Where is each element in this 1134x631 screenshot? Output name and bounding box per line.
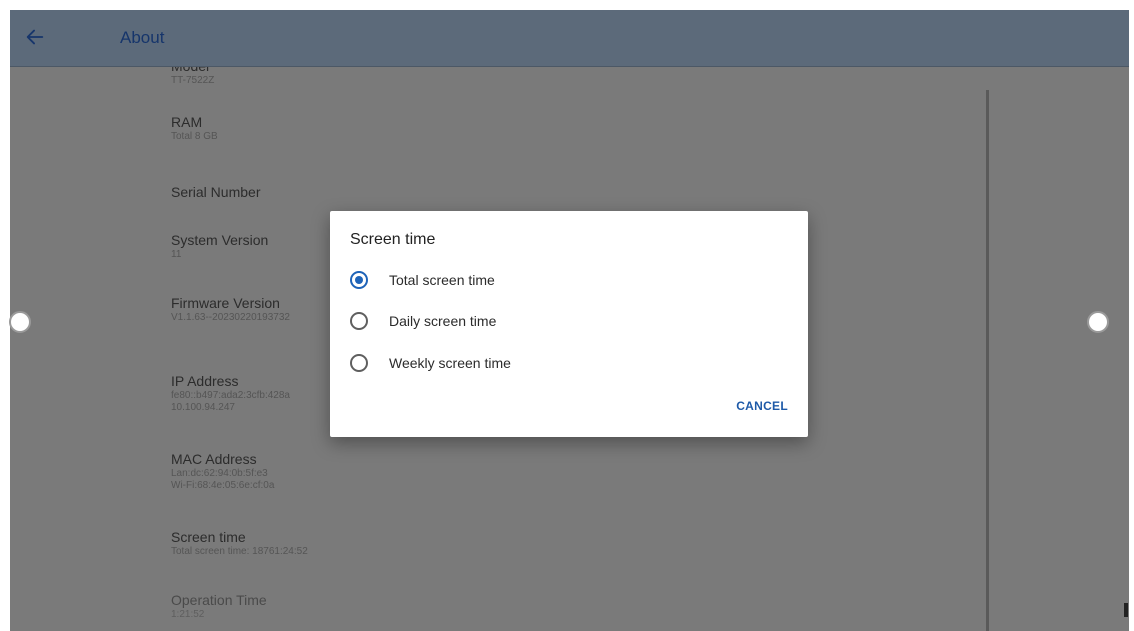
info-item-ram[interactable]: RAM Total 8 GB xyxy=(171,114,218,143)
info-item-screen-time[interactable]: Screen time Total screen time: 18761:24:… xyxy=(171,529,308,558)
info-item-value: 10.100.94.247 xyxy=(171,402,235,413)
info-item-title: Operation Time xyxy=(171,592,267,608)
cancel-button[interactable]: CANCEL xyxy=(736,399,788,413)
info-item-operation-time[interactable]: Operation Time 1:21:52 xyxy=(171,592,267,621)
option-weekly-screen-time[interactable]: Weekly screen time xyxy=(350,348,780,378)
info-item-value: 11 xyxy=(171,249,182,260)
info-item-value: V1.1.63--20230220193732 xyxy=(171,312,290,323)
info-item-value: Total screen time: 18761:24:52 xyxy=(171,546,308,557)
info-item-title: System Version xyxy=(171,232,269,248)
screen-time-dialog: Screen time Total screen time Daily scre… xyxy=(330,211,808,437)
option-label: Weekly screen time xyxy=(389,355,511,371)
option-daily-screen-time[interactable]: Daily screen time xyxy=(350,306,780,336)
back-button[interactable] xyxy=(20,22,50,52)
info-item-firmware-version[interactable]: Firmware Version V1.1.63--20230220193732 xyxy=(171,295,290,324)
info-item-value: 1:21:52 xyxy=(171,609,205,620)
info-item-title: Firmware Version xyxy=(171,295,280,311)
radio-unselected-icon[interactable] xyxy=(350,354,368,372)
arrow-left-icon xyxy=(26,29,44,45)
info-item-model[interactable]: Model TT-7522Z xyxy=(171,67,214,87)
info-item-value: fe80::b497:ada2:3cfb:428a xyxy=(171,390,290,401)
left-side-button[interactable] xyxy=(9,311,31,333)
right-side-button[interactable] xyxy=(1087,311,1109,333)
dialog-title: Screen time xyxy=(350,231,436,248)
info-item-value: TT-7522Z xyxy=(171,75,215,86)
page-title: About xyxy=(120,28,165,47)
scrollbar[interactable] xyxy=(986,90,989,631)
info-item-title: Screen time xyxy=(171,529,246,545)
app-bar: About xyxy=(10,10,1129,67)
mouse-cursor xyxy=(1124,603,1128,617)
info-item-value: Wi-Fi:68:4e:05:6e:cf:0a xyxy=(171,480,275,491)
info-item-value: Lan:dc:62:94:0b:5f:e3 xyxy=(171,468,268,479)
info-item-serial-number[interactable]: Serial Number xyxy=(171,184,260,201)
info-item-title: Serial Number xyxy=(171,184,261,200)
info-item-title: Model xyxy=(171,67,214,75)
info-item-mac-address[interactable]: MAC Address Lan:dc:62:94:0b:5f:e3 Wi-Fi:… xyxy=(171,451,274,492)
option-total-screen-time[interactable]: Total screen time xyxy=(350,265,780,295)
info-item-ip-address[interactable]: IP Address fe80::b497:ada2:3cfb:428a 10.… xyxy=(171,373,290,414)
info-item-value: Total 8 GB xyxy=(171,131,218,142)
radio-selected-icon[interactable] xyxy=(350,271,368,289)
info-item-title: MAC Address xyxy=(171,451,257,467)
info-item-title: IP Address xyxy=(171,373,239,389)
radio-unselected-icon[interactable] xyxy=(350,312,368,330)
info-item-title: RAM xyxy=(171,114,203,130)
option-label: Total screen time xyxy=(389,272,495,288)
info-item-system-version[interactable]: System Version 11 xyxy=(171,232,268,261)
option-label: Daily screen time xyxy=(389,313,497,329)
